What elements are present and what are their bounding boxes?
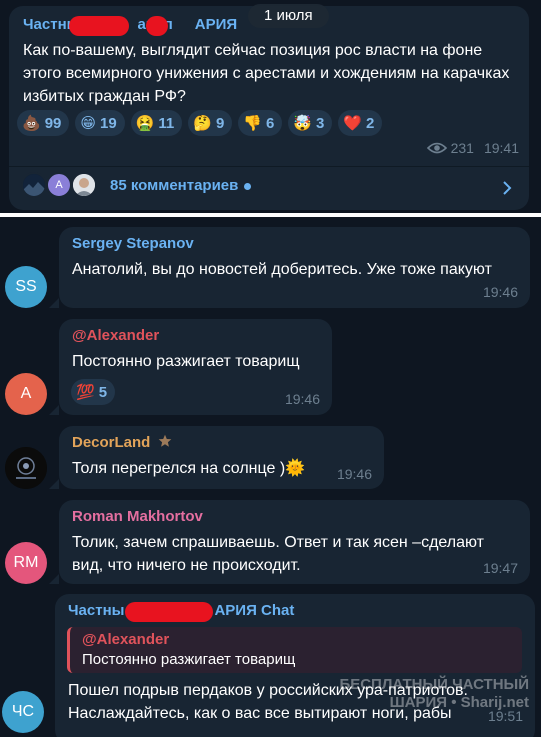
avatar[interactable]: RM — [5, 542, 47, 584]
reaction-count: 3 — [316, 114, 325, 132]
channel-post-panel: ЧастныаналАРИЯ Как по-вашему, выглядит с… — [0, 0, 541, 213]
sender-name[interactable]: DecorLand — [72, 434, 172, 451]
censor-mark — [125, 602, 213, 622]
commenter-avatar — [21, 172, 47, 198]
message-line: вид, что ничего не происходит. — [72, 557, 301, 574]
reaction-count: 9 — [215, 114, 225, 132]
reaction-count: 11 — [158, 114, 175, 132]
bubble-tail — [49, 405, 59, 415]
channel-post-text: Как по-вашему, выглядит сейчас позиция р… — [23, 42, 510, 105]
watermark-line: ШАРИЯ • Sharij.net — [389, 694, 529, 711]
sender-name-text: DecorLand — [72, 434, 151, 451]
poop-emoji-icon: 💩 — [22, 115, 41, 132]
unread-dot-icon — [244, 182, 252, 190]
reaction-pill[interactable]: ❤️ 2 — [338, 110, 383, 136]
reaction-count: 99 — [44, 114, 62, 132]
bubble-tail — [49, 298, 59, 308]
message-time: 19:46 — [482, 284, 518, 300]
message-bubble[interactable]: Sergey Stepanov Анатолий, вы до новостей… — [59, 227, 530, 308]
reaction-pill[interactable]: 💩 99 — [17, 110, 70, 136]
star-icon — [158, 434, 171, 447]
message-time: 19:46 — [336, 466, 372, 482]
comments-count-text: 85 комментариев — [110, 177, 239, 194]
bubble-tail — [49, 479, 59, 489]
watermark: БЕСПЛАТНЫЙ ЧАСТНЫЙ ШАРИЯ • Sharij.net — [339, 676, 529, 712]
reaction-pill[interactable]: 😁 19 — [75, 110, 125, 136]
channel-post-bubble: ЧастныаналАРИЯ Как по-вашему, выглядит с… — [9, 6, 529, 210]
post-meta: 231 19:41 — [426, 140, 519, 156]
comments-chat: SS Sergey Stepanov Анатолий, вы до новос… — [0, 217, 541, 737]
censor-mark — [146, 16, 168, 36]
chevron-right-icon[interactable] — [501, 181, 513, 195]
hundred-emoji-icon: 💯 — [76, 384, 95, 401]
reaction-pill[interactable]: 👎 6 — [238, 110, 283, 136]
landscape-icon — [23, 174, 45, 196]
reply-text: Постоянно разжигает товарищ — [82, 651, 296, 668]
commenter-avatar: A — [46, 172, 72, 198]
message-time: 19:47 — [482, 560, 518, 576]
comments-count-label: 85 комментариев — [110, 177, 252, 194]
reply-quote[interactable]: @Alexander Постоянно разжигает товарищ — [67, 627, 522, 673]
post-time: 19:41 — [483, 140, 519, 156]
message-text: Толик, зачем спрашиваешь. Ответ и так яс… — [72, 531, 484, 577]
reaction-count: 2 — [366, 114, 375, 132]
message-bubble[interactable]: Частны АРИЯ Chat @Alexander Постоянно раз… — [55, 594, 535, 737]
avatar[interactable]: A — [5, 373, 47, 415]
message-bubble[interactable]: @Alexander Постоянно разжигает товарищ 💯… — [59, 319, 332, 415]
grin-emoji-icon: 😁 — [80, 115, 97, 132]
message-time: 19:46 — [284, 391, 320, 407]
sender-name-left: Частны — [68, 602, 125, 619]
commenter-avatar — [71, 172, 97, 198]
heart-emoji-icon: ❤️ — [343, 115, 363, 132]
message-line: Толик, зачем спрашиваешь. Ответ и так яс… — [72, 534, 484, 551]
thumbs-down-emoji-icon: 👎 — [243, 115, 262, 132]
reaction-pill[interactable]: 🤔 9 — [188, 110, 233, 136]
message-text: Постоянно разжигает товарищ — [72, 353, 300, 370]
censor-mark — [69, 16, 129, 36]
bubble-tail — [49, 574, 59, 584]
vomit-emoji-icon: 🤮 — [135, 115, 155, 132]
reactions-bar: 💩 99 😁 19 🤮 11 🤔 9 👎 6 🤯 3 ❤️ 2 — [17, 110, 388, 136]
sender-name-right: АРИЯ Chat — [214, 602, 295, 619]
message-bubble[interactable]: DecorLand Толя перегрелся на солнце )🌞 1… — [59, 426, 384, 489]
reaction-count: 5 — [98, 383, 108, 401]
mind-blown-emoji-icon: 🤯 — [293, 115, 312, 132]
sender-name[interactable]: @Alexander — [72, 327, 159, 344]
message-bubble[interactable]: Roman Makhortov Толик, зачем спрашиваешь… — [59, 500, 530, 584]
message-text: Анатолий, вы до новостей доберитесь. Уже… — [72, 261, 492, 278]
eye-icon — [426, 142, 447, 154]
channel-title-right: АРИЯ — [194, 16, 238, 33]
thinking-emoji-icon: 🤔 — [193, 115, 212, 132]
avatar[interactable]: SS — [5, 266, 47, 308]
person-photo-icon — [73, 174, 95, 196]
reply-author: @Alexander — [82, 631, 170, 648]
reaction-pill[interactable]: 💯 5 — [71, 379, 116, 405]
reaction-pill[interactable]: 🤮 11 — [130, 110, 183, 136]
reaction-pill[interactable]: 🤯 3 — [288, 110, 333, 136]
reaction-count: 19 — [100, 114, 117, 132]
reaction-count: 6 — [265, 114, 275, 132]
views-count: 231 — [450, 140, 474, 156]
date-separator: 1 июля — [248, 4, 329, 28]
channel-post-title[interactable]: ЧастныаналАРИЯ — [23, 16, 237, 33]
decorland-logo-icon — [5, 447, 47, 489]
sender-name[interactable]: Roman Makhortov — [72, 508, 203, 525]
message-text: Толя перегрелся на солнце )🌞 — [72, 460, 306, 477]
avatar[interactable]: ЧС — [2, 691, 44, 733]
comments-button[interactable]: A 85 комментариев — [9, 167, 529, 210]
watermark-line: БЕСПЛАТНЫЙ ЧАСТНЫЙ — [339, 676, 529, 693]
sender-name[interactable]: Sergey Stepanov — [72, 235, 194, 252]
avatar[interactable] — [5, 447, 47, 489]
